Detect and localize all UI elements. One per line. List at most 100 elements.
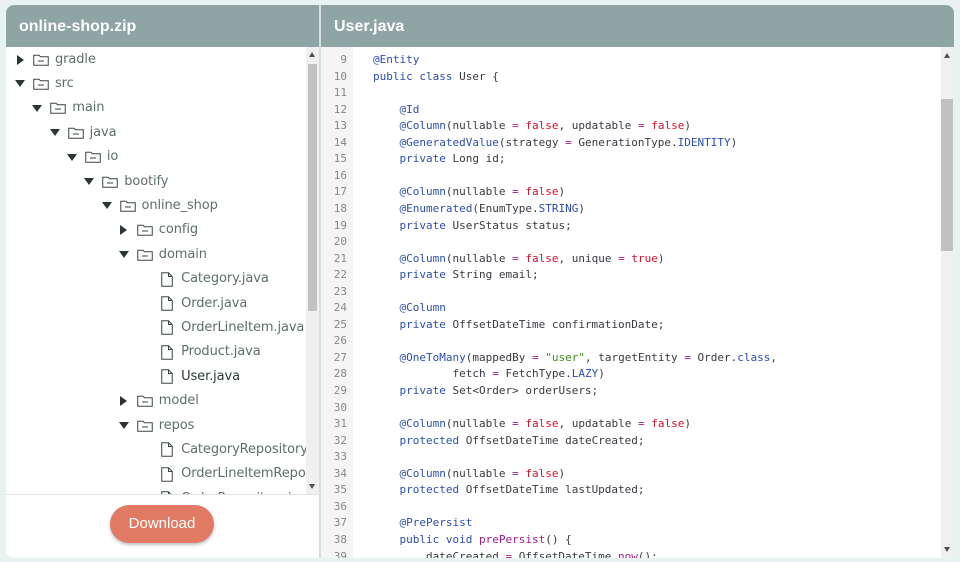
- caret-down-icon[interactable]: [13, 77, 27, 91]
- tree-folder-row[interactable]: config: [117, 218, 198, 242]
- folder-icon: [119, 200, 136, 212]
- file-icon: [161, 369, 173, 384]
- code-token: false: [525, 119, 559, 133]
- tree-file-row[interactable]: Product.java: [161, 340, 261, 364]
- tree-item-label: CategoryRepository.java: [181, 441, 306, 457]
- code-line: 18 @Enumerated(EnumType.STRING): [321, 200, 585, 217]
- caret-right-icon[interactable]: [117, 223, 131, 237]
- code-line: 15 private Long id;: [321, 150, 506, 167]
- code-token: ): [657, 251, 665, 265]
- tree-item-label: java: [89, 124, 117, 140]
- tree-file-row[interactable]: Category.java: [161, 267, 269, 291]
- line-number: 22: [333, 268, 347, 282]
- code-token: dateCreated: [373, 549, 506, 559]
- tree-file-row[interactable]: OrderLineItem.java: [161, 316, 304, 340]
- code-scrollbar[interactable]: [941, 47, 954, 558]
- caret-down-icon[interactable]: [82, 175, 96, 189]
- tree-folder-row[interactable]: domain: [117, 243, 207, 267]
- tree-folder-row[interactable]: java: [48, 121, 117, 145]
- code-token: class: [737, 350, 771, 364]
- code-token: OffsetDateTime lastUpdated;: [465, 483, 645, 497]
- caret-right-icon[interactable]: [13, 53, 27, 67]
- code-token: @Column: [399, 417, 446, 431]
- caret-down-icon[interactable]: [65, 150, 79, 164]
- code-token: IDENTITY: [677, 135, 731, 149]
- caret-down-icon[interactable]: [48, 126, 62, 140]
- archive-title: online-shop.zip: [6, 5, 319, 47]
- tree-folder-row[interactable]: io: [65, 145, 118, 169]
- tree-scroll-thumb[interactable]: [308, 64, 317, 311]
- code-token: , updatable: [558, 417, 638, 431]
- code-text: @Column(nullable = false, unique = true): [373, 251, 665, 265]
- code-line: 36: [321, 498, 373, 515]
- line-number: 15: [333, 152, 347, 166]
- download-button[interactable]: Download: [110, 505, 214, 543]
- caret-right-icon[interactable]: [117, 394, 131, 408]
- caret-down-icon[interactable]: [117, 419, 131, 433]
- tree-folder-row[interactable]: model: [117, 389, 199, 413]
- code-token: ,: [770, 350, 778, 364]
- tree-item-label: repos: [158, 417, 195, 433]
- tree-folder-row[interactable]: bootify: [82, 170, 169, 194]
- tree-folder-row[interactable]: main: [30, 96, 104, 120]
- code-scroll-thumb[interactable]: [941, 99, 953, 251]
- code-token: (nullable: [445, 251, 513, 265]
- line-number: 33: [333, 450, 347, 464]
- tree-folder-row[interactable]: gradle: [13, 48, 96, 72]
- line-number: 17: [333, 185, 347, 199]
- code-token: @Entity: [373, 53, 420, 66]
- code-token: GenerationType.: [571, 135, 678, 149]
- caret-down-icon[interactable]: [30, 101, 44, 115]
- tree-item-label: bootify: [124, 173, 169, 189]
- scroll-up-arrow-icon[interactable]: [944, 53, 950, 58]
- caret-down-icon[interactable]: [117, 248, 131, 262]
- code-token: =: [512, 417, 519, 431]
- code-line: 23: [321, 283, 373, 300]
- code-token: LAZY: [571, 367, 599, 381]
- scroll-down-arrow-icon[interactable]: [944, 547, 950, 552]
- line-number: 36: [333, 499, 347, 513]
- tree-item-label: Product.java: [181, 344, 261, 360]
- line-number: 10: [333, 69, 347, 83]
- code-token: ): [730, 135, 738, 149]
- code-token: now: [618, 549, 638, 559]
- code-token: @Column: [399, 251, 446, 265]
- code-token: @Column: [399, 301, 446, 315]
- code-line: 37 @PrePersist: [321, 514, 473, 531]
- tree-file-row[interactable]: CategoryRepository.java: [161, 438, 306, 462]
- code-token: =: [565, 135, 572, 149]
- code-viewer[interactable]: 9 @Entity 10 public class User {11 12 @Id 13 …: [321, 47, 941, 558]
- code-token: @Enumerated: [399, 201, 473, 215]
- tree-folder-row[interactable]: repos: [117, 414, 195, 438]
- tree-file-row[interactable]: OrderRepository.java: [161, 487, 306, 494]
- tree-file-row[interactable]: User.java: [161, 365, 240, 389]
- code-token: @PrePersist: [399, 516, 473, 530]
- code-line: 35 protected OffsetDateTime lastUpdated;: [321, 481, 645, 498]
- code-token: private: [399, 384, 453, 397]
- code-token: true: [631, 251, 658, 265]
- code-line: 27 @OneToMany(mappedBy = "user", targetE…: [321, 349, 777, 366]
- scroll-up-arrow-icon[interactable]: [309, 52, 315, 57]
- code-token: =: [512, 119, 519, 133]
- code-token: (strategy: [498, 135, 566, 149]
- code-line: 24 @Column: [321, 299, 446, 316]
- code-text: private UserStatus status;: [373, 219, 572, 232]
- tree-file-row[interactable]: OrderLineItemRepository.java: [161, 462, 306, 486]
- tree-folder-row[interactable]: src: [13, 72, 74, 96]
- line-number: 20: [333, 235, 347, 249]
- tree-folder-row[interactable]: online_shop: [100, 194, 218, 218]
- tree-file-row[interactable]: Order.java: [161, 292, 247, 316]
- scroll-down-arrow-icon[interactable]: [309, 484, 315, 489]
- code-token: =: [637, 417, 645, 431]
- tree-scrollbar[interactable]: [306, 47, 319, 494]
- tree-item-label: src: [55, 75, 74, 91]
- code-text: protected OffsetDateTime lastUpdated;: [373, 483, 645, 496]
- caret-down-icon[interactable]: [100, 199, 114, 213]
